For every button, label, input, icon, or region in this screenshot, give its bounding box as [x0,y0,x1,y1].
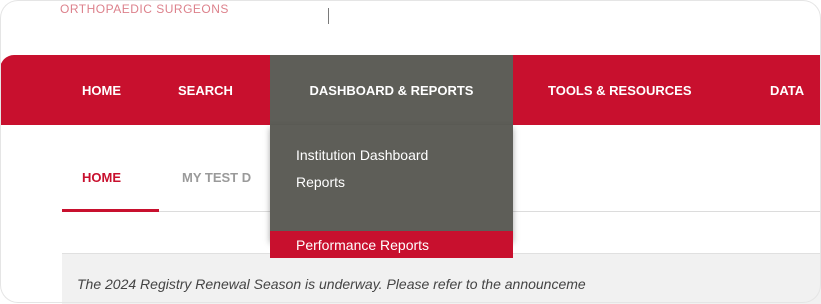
nav-item-data[interactable]: DATA [770,55,804,125]
active-tab-indicator [62,209,159,212]
announcement-banner: The 2024 Registry Renewal Season is unde… [62,253,821,304]
dropdown-item-institution-dashboard[interactable]: Institution Dashboard [270,142,513,168]
main-navigation: HOME SEARCH DASHBOARD & REPORTS TOOLS & … [0,55,821,125]
tab-my-test[interactable]: MY TEST D [182,170,251,185]
site-header: ORTHOPAEDIC SURGEONS [0,0,821,55]
dropdown-item-reports[interactable]: Reports [270,169,513,195]
tab-home[interactable]: HOME [82,170,121,185]
nav-item-dashboard-reports[interactable]: DASHBOARD & REPORTS [270,55,513,125]
nav-item-home[interactable]: HOME [82,55,121,125]
dropdown-item-performance-reports[interactable]: Performance Reports [270,231,513,258]
announcement-text: The 2024 Registry Renewal Season is unde… [77,276,586,292]
brand-logo-text[interactable]: ORTHOPAEDIC SURGEONS [60,2,229,16]
nav-item-tools-resources[interactable]: TOOLS & RESOURCES [548,55,692,125]
dashboard-reports-dropdown: Institution Dashboard Reports Performanc… [270,125,513,258]
nav-item-search[interactable]: SEARCH [178,55,233,125]
header-divider [328,8,329,24]
